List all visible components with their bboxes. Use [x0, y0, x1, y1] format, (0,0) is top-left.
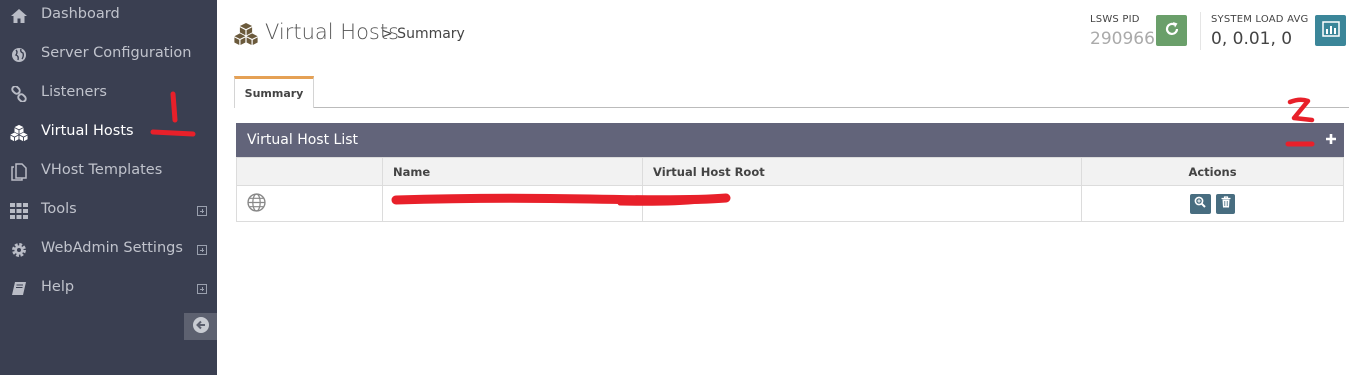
arrow-left-icon	[192, 316, 210, 338]
add-virtual-host-button[interactable]	[1323, 131, 1339, 147]
sidebar-item-label: VHost Templates	[41, 162, 163, 178]
table-header-row: Name Virtual Host Root Actions	[236, 157, 1344, 186]
table-cell-icon	[236, 185, 383, 222]
sidebar-item-vhost-templates[interactable]: VHost Templates	[0, 152, 217, 191]
tab-label: Summary	[244, 87, 304, 100]
expand-icon[interactable]	[197, 206, 207, 216]
table-cell-actions	[1081, 185, 1344, 222]
lsws-pid-value: 290966	[1090, 29, 1155, 49]
sidebar-item-tools[interactable]: Tools	[0, 191, 217, 230]
sidebar-item-label: Tools	[41, 201, 77, 217]
sidebar-item-listeners[interactable]: Listeners	[0, 74, 217, 113]
sidebar-item-label: Help	[41, 279, 75, 295]
table-cell-name[interactable]	[382, 185, 643, 222]
refresh-icon	[1164, 21, 1180, 41]
sidebar-item-webadmin-settings[interactable]: WebAdmin Settings	[0, 230, 217, 269]
tab-bar-line	[314, 107, 1349, 108]
page-title-text: Virtual Hosts	[265, 20, 400, 44]
gear-icon	[10, 241, 28, 259]
system-load-label: SYSTEM LOAD AVG	[1211, 14, 1309, 25]
home-icon	[10, 7, 28, 25]
sidebar-item-label: Virtual Hosts	[41, 123, 134, 139]
virtual-host-list-header: Virtual Host List	[236, 123, 1344, 157]
bar-chart-icon	[1321, 20, 1340, 41]
sidebar-item-label: Server Configuration	[41, 45, 192, 61]
expand-icon[interactable]	[197, 284, 207, 294]
table-row	[236, 185, 1344, 222]
sidebar: Dashboard Server Configuration Listeners…	[0, 0, 217, 375]
table-cell-root	[642, 185, 1082, 222]
sidebar-item-label: WebAdmin Settings	[41, 240, 183, 256]
column-header-icon	[236, 157, 383, 186]
expand-icon[interactable]	[197, 245, 207, 255]
sidebar-item-virtual-hosts[interactable]: Virtual Hosts	[0, 113, 217, 152]
zoom-in-icon	[1194, 196, 1206, 211]
system-load-value: 0, 0.01, 0	[1211, 29, 1293, 49]
sidebar-item-label: Listeners	[41, 84, 107, 100]
breadcrumb: > Summary	[381, 26, 465, 42]
globe-icon	[10, 46, 28, 64]
column-header-root: Virtual Host Root	[642, 157, 1082, 186]
column-header-actions: Actions	[1081, 157, 1344, 186]
panel-title: Virtual Host List	[247, 132, 358, 148]
view-button[interactable]	[1189, 193, 1211, 214]
column-header-name: Name	[382, 157, 643, 186]
globe-icon	[247, 192, 266, 215]
tab-summary[interactable]: Summary	[234, 76, 314, 108]
trash-icon	[1221, 196, 1231, 211]
cubes-icon	[10, 124, 28, 142]
sidebar-item-help[interactable]: Help	[0, 269, 217, 308]
book-icon	[10, 280, 28, 298]
sidebar-item-server-configuration[interactable]: Server Configuration	[0, 35, 217, 74]
restart-button[interactable]	[1156, 15, 1187, 46]
plus-icon	[1325, 130, 1337, 149]
virtual-host-table: Name Virtual Host Root Actions	[236, 157, 1344, 222]
real-time-stats-button[interactable]	[1315, 15, 1346, 46]
header-divider	[1200, 12, 1201, 50]
sidebar-item-label: Dashboard	[41, 6, 120, 22]
collapse-sidebar-button[interactable]	[184, 313, 217, 340]
delete-button[interactable]	[1216, 193, 1236, 214]
cubes-icon	[232, 23, 260, 49]
link-icon	[10, 85, 28, 103]
grid-icon	[10, 202, 28, 220]
copy-icon	[10, 163, 28, 181]
sidebar-item-dashboard[interactable]: Dashboard	[0, 0, 217, 35]
lsws-pid-label: LSWS PID	[1090, 14, 1140, 25]
